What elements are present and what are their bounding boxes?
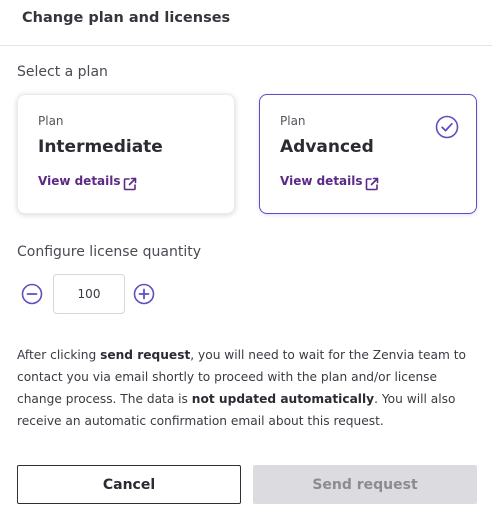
plan-card-advanced[interactable]: Plan Advanced View details	[259, 94, 477, 214]
plan-name: Intermediate	[38, 137, 163, 157]
plan-name: Advanced	[280, 137, 374, 157]
check-circle-icon	[435, 115, 459, 139]
license-quantity-stepper	[17, 274, 167, 314]
minus-circle-icon[interactable]	[21, 283, 43, 305]
info-bold-not-updated: not updated automatically	[191, 392, 375, 406]
plan-kicker: Plan	[38, 114, 64, 128]
view-details-label: View details	[280, 174, 363, 188]
view-details-link-advanced[interactable]: View details	[280, 174, 380, 192]
view-details-label: View details	[38, 174, 121, 188]
license-quantity-label: Configure license quantity	[17, 244, 201, 260]
info-paragraph: After clicking send request, you will ne…	[17, 344, 479, 432]
dialog-header: Change plan and licenses	[0, 0, 492, 46]
select-plan-label: Select a plan	[17, 64, 108, 80]
plan-kicker: Plan	[280, 114, 306, 128]
send-request-button[interactable]: Send request	[253, 465, 477, 504]
external-link-icon	[365, 177, 378, 191]
external-link-icon	[123, 177, 136, 191]
info-bold-send-request: send request	[100, 348, 191, 362]
cancel-button[interactable]: Cancel	[17, 465, 241, 504]
plan-card-intermediate[interactable]: Plan Intermediate View details	[17, 94, 235, 214]
info-text-part: After clicking	[17, 348, 101, 362]
plus-circle-icon[interactable]	[133, 283, 155, 305]
license-quantity-input[interactable]	[53, 274, 125, 314]
view-details-link-intermediate[interactable]: View details	[38, 174, 138, 192]
dialog-title: Change plan and licenses	[22, 10, 231, 26]
